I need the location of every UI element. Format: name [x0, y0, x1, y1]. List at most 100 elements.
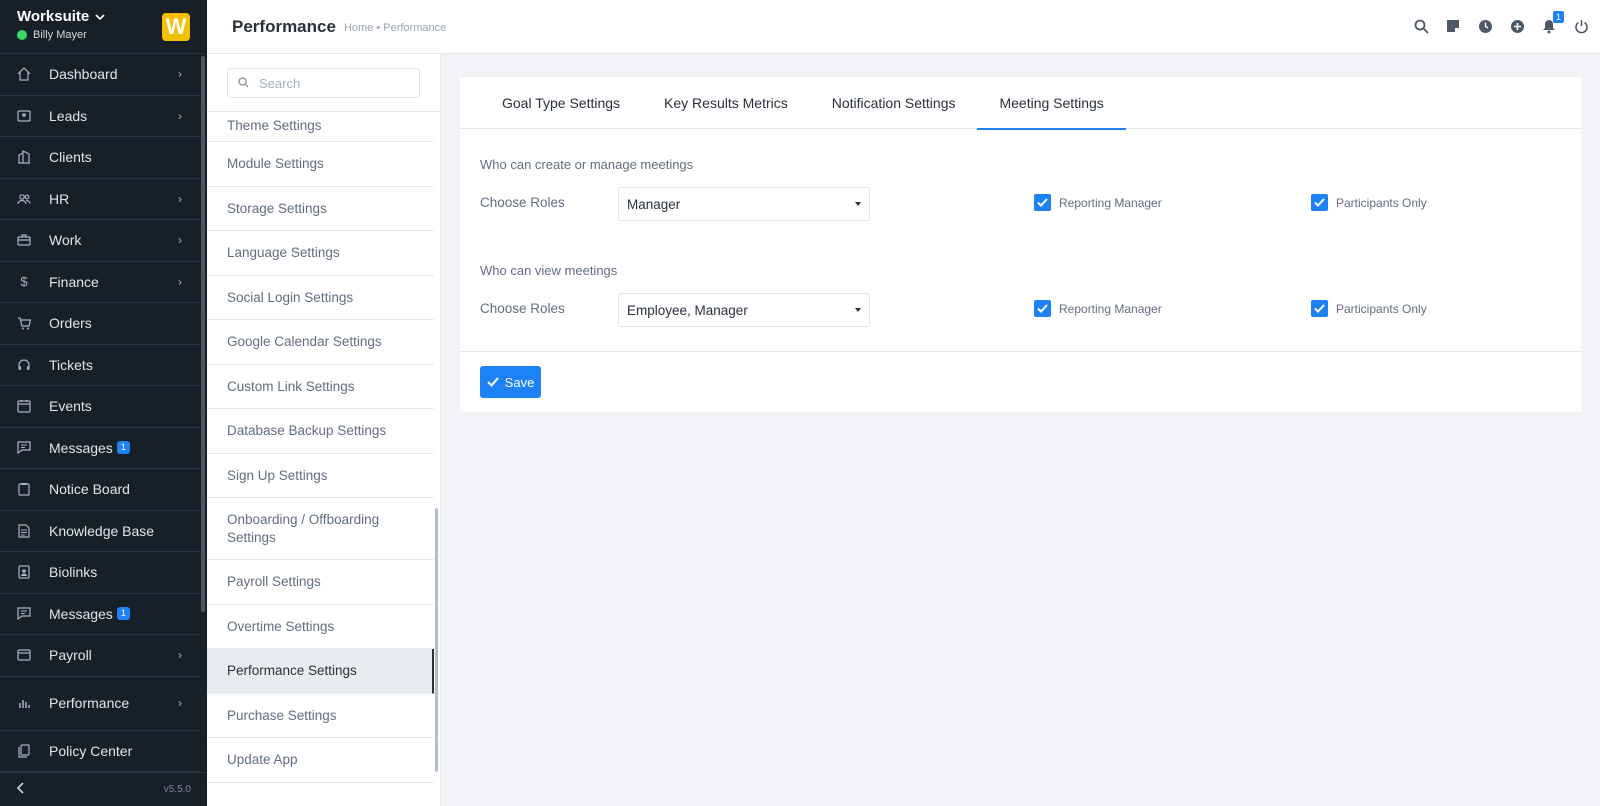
- manage-reporting-manager-checkbox[interactable]: Reporting Manager: [1034, 194, 1162, 211]
- main-sidebar: Worksuite Billy Mayer W Dashboard › Lead…: [0, 0, 207, 806]
- settings-item-database-backup[interactable]: Database Backup Settings: [207, 409, 434, 454]
- sidebar-item-clients[interactable]: Clients: [0, 137, 200, 179]
- sidebar-item-payroll[interactable]: Payroll ›: [0, 635, 200, 677]
- document-icon: [17, 524, 31, 538]
- calendar-icon: [17, 399, 31, 413]
- notification-bell-icon[interactable]: 1: [1540, 11, 1564, 35]
- manage-roles-select[interactable]: Manager: [618, 187, 870, 221]
- chevron-right-icon: ›: [178, 274, 182, 289]
- id-badge-icon: [17, 565, 31, 579]
- brand-header[interactable]: Worksuite Billy Mayer W: [0, 0, 207, 54]
- dollar-icon: $: [20, 274, 28, 290]
- sidebar-item-leads[interactable]: Leads ›: [0, 96, 200, 137]
- settings-item-language[interactable]: Language Settings: [207, 231, 434, 276]
- chevron-right-icon: ›: [178, 233, 182, 248]
- settings-scrollbar[interactable]: [435, 508, 438, 772]
- sidebar-menu: Dashboard › Leads › Clients HR › Work › …: [0, 54, 200, 772]
- settings-search[interactable]: [227, 68, 420, 98]
- unread-badge: 1: [116, 441, 130, 455]
- search-icon: [238, 75, 249, 91]
- view-participants-only-checkbox[interactable]: Participants Only: [1311, 300, 1427, 317]
- choose-roles-label: Choose Roles: [480, 301, 565, 316]
- wallet-icon: [17, 648, 31, 662]
- settings-item-sign-up[interactable]: Sign Up Settings: [207, 454, 434, 498]
- chevron-down-icon[interactable]: [95, 8, 105, 25]
- checkbox-checked-icon[interactable]: [1311, 194, 1328, 211]
- sidebar-item-hr[interactable]: HR ›: [0, 179, 200, 220]
- caret-down-icon: [855, 202, 861, 206]
- top-header: Performance Home • Performance 1: [207, 0, 1600, 54]
- collapse-sidebar-icon[interactable]: [16, 781, 24, 799]
- tab-goal-type-settings[interactable]: Goal Type Settings: [460, 77, 642, 129]
- tab-key-results-metrics[interactable]: Key Results Metrics: [642, 77, 810, 129]
- building-icon: [17, 150, 31, 164]
- chat-icon: [17, 607, 31, 621]
- view-reporting-manager-checkbox[interactable]: Reporting Manager: [1034, 300, 1162, 317]
- chevron-right-icon: ›: [178, 67, 182, 82]
- sidebar-item-work[interactable]: Work ›: [0, 220, 200, 262]
- view-roles-select[interactable]: Employee, Manager: [618, 293, 870, 327]
- tab-meeting-settings[interactable]: Meeting Settings: [977, 77, 1127, 130]
- settings-item-payroll[interactable]: Payroll Settings: [207, 560, 434, 605]
- settings-search-input[interactable]: [259, 75, 399, 91]
- settings-item-overtime[interactable]: Overtime Settings: [207, 605, 434, 649]
- sidebar-item-notice-board[interactable]: Notice Board: [0, 469, 200, 511]
- checkbox-checked-icon[interactable]: [1034, 300, 1051, 317]
- settings-item-custom-link[interactable]: Custom Link Settings: [207, 365, 434, 409]
- sidebar-item-finance[interactable]: $ Finance ›: [0, 262, 200, 303]
- settings-list: Theme Settings Module Settings Storage S…: [207, 112, 434, 783]
- checkbox-checked-icon[interactable]: [1311, 300, 1328, 317]
- notification-count: 1: [1552, 11, 1564, 23]
- settings-tabs: Goal Type Settings Key Results Metrics N…: [460, 77, 1582, 130]
- clipboard-icon: [17, 482, 31, 496]
- sidebar-item-messages-2[interactable]: Messages 1: [0, 594, 200, 635]
- chevron-right-icon: ›: [178, 191, 182, 206]
- clock-icon[interactable]: [1476, 17, 1494, 35]
- files-icon: [17, 744, 31, 758]
- settings-item-google-calendar[interactable]: Google Calendar Settings: [207, 320, 434, 365]
- manage-participants-only-checkbox[interactable]: Participants Only: [1311, 194, 1427, 211]
- sticky-note-icon[interactable]: [1444, 17, 1462, 35]
- briefcase-icon: [17, 233, 31, 247]
- sidebar-item-orders[interactable]: Orders: [0, 303, 200, 345]
- view-roles-value: Employee, Manager: [627, 302, 748, 318]
- checkbox-checked-icon[interactable]: [1034, 194, 1051, 211]
- brand-name: Worksuite: [17, 8, 90, 25]
- search-icon[interactable]: [1412, 17, 1430, 35]
- people-icon: [17, 192, 31, 206]
- settings-item-theme[interactable]: Theme Settings: [207, 112, 434, 142]
- app-logo[interactable]: W: [162, 13, 190, 41]
- save-button[interactable]: Save: [480, 366, 541, 398]
- online-status-icon: [17, 30, 27, 40]
- settings-item-social-login[interactable]: Social Login Settings: [207, 276, 434, 320]
- settings-item-onboarding[interactable]: Onboarding / Offboarding Settings: [207, 498, 434, 560]
- card-footer: Save: [460, 351, 1582, 414]
- breadcrumb[interactable]: Home • Performance: [344, 22, 446, 34]
- chat-icon: [17, 441, 31, 455]
- sidebar-item-performance[interactable]: Performance ›: [0, 677, 200, 731]
- sidebar-item-policy-center[interactable]: Policy Center: [0, 731, 200, 772]
- settings-item-purchase[interactable]: Purchase Settings: [207, 694, 434, 738]
- cart-icon: [17, 316, 31, 330]
- sidebar-item-events[interactable]: Events: [0, 386, 200, 428]
- settings-item-storage[interactable]: Storage Settings: [207, 187, 434, 231]
- sidebar-item-biolinks[interactable]: Biolinks: [0, 552, 200, 594]
- sidebar-item-messages[interactable]: Messages 1: [0, 428, 200, 469]
- settings-item-performance[interactable]: Performance Settings: [207, 649, 434, 694]
- add-circle-icon[interactable]: [1508, 17, 1526, 35]
- sidebar-item-knowledge-base[interactable]: Knowledge Base: [0, 511, 200, 552]
- settings-item-module[interactable]: Module Settings: [207, 142, 434, 187]
- settings-item-update-app[interactable]: Update App: [207, 738, 434, 783]
- header-actions: 1: [1412, 11, 1590, 35]
- sidebar-item-tickets[interactable]: Tickets: [0, 345, 200, 386]
- manage-roles-value: Manager: [627, 196, 681, 212]
- tab-notification-settings[interactable]: Notification Settings: [810, 77, 978, 129]
- sidebar-item-dashboard[interactable]: Dashboard ›: [0, 54, 200, 96]
- app-version: v5.5.0: [163, 784, 191, 795]
- bar-chart-icon: [17, 696, 31, 710]
- power-icon[interactable]: [1572, 17, 1590, 35]
- settings-menu: Theme Settings Module Settings Storage S…: [207, 54, 441, 806]
- sidebar-footer: v5.5.0: [0, 772, 207, 806]
- section-title-view: Who can view meetings: [480, 263, 618, 278]
- sidebar-scrollbar[interactable]: [201, 56, 205, 612]
